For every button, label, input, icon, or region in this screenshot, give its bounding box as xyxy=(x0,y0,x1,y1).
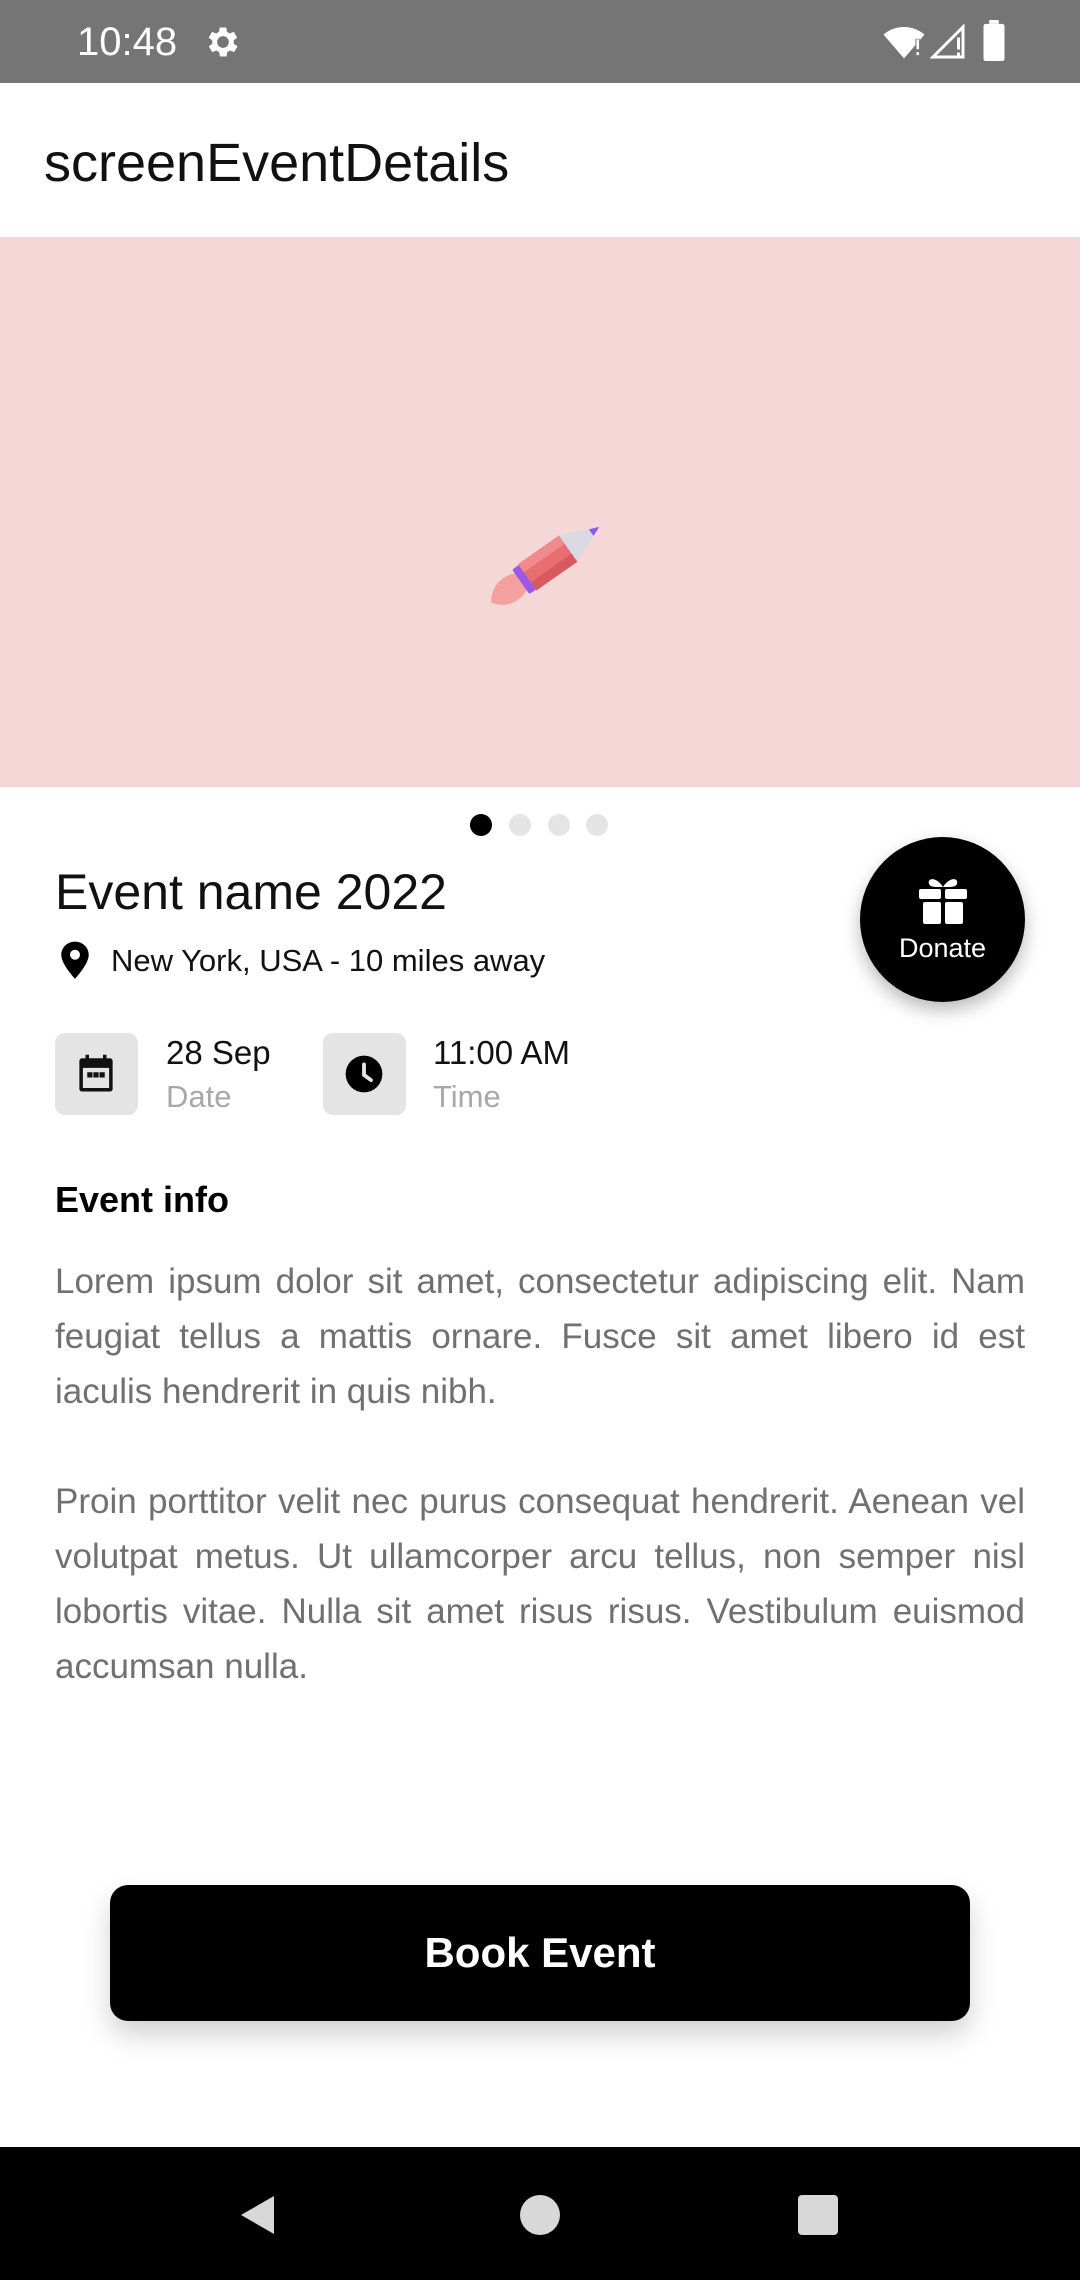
event-info-heading: Event info xyxy=(55,1179,230,1220)
page-dot-active[interactable] xyxy=(470,814,492,836)
recents-icon[interactable] xyxy=(798,2195,838,2235)
date-label: Date xyxy=(166,1079,232,1114)
date-tile xyxy=(55,1033,138,1115)
clock-icon xyxy=(345,1055,383,1093)
calendar-icon xyxy=(79,1054,113,1092)
event-details-screen: 10:48 screenEventDetails Event name 2022… xyxy=(0,0,1080,2280)
gear-icon xyxy=(208,27,238,57)
event-info-paragraph: Lorem ipsum dolor sit amet, consectetur … xyxy=(55,1262,1025,1411)
donate-label: Donate xyxy=(898,933,987,963)
donate-button[interactable]: Donate xyxy=(860,837,1025,1002)
event-info-paragraph: Proin porttitor velit nec purus consequa… xyxy=(55,1482,1025,1686)
book-event-button[interactable]: Book Event xyxy=(110,1885,970,2021)
battery-icon xyxy=(983,20,1005,62)
system-nav-bar xyxy=(0,2147,1080,2280)
time-tile xyxy=(323,1033,406,1115)
event-title: Event name 2022 xyxy=(55,864,447,920)
page-dot[interactable] xyxy=(586,814,608,836)
cell-signal-icon xyxy=(930,24,965,59)
location-pin-icon xyxy=(61,941,89,979)
status-bar: 10:48 xyxy=(0,0,1080,83)
wifi-icon xyxy=(883,26,925,59)
app-bar: screenEventDetails xyxy=(0,83,1080,237)
status-time: 10:48 xyxy=(77,20,178,64)
date-value: 28 Sep xyxy=(166,1034,271,1071)
location-text: New York, USA - 10 miles away xyxy=(111,943,546,978)
rocket-icon xyxy=(491,526,600,605)
home-icon[interactable] xyxy=(520,2195,560,2235)
event-image-carousel[interactable] xyxy=(0,237,1080,787)
time-value: 11:00 AM xyxy=(433,1034,570,1071)
time-label: Time xyxy=(433,1079,501,1114)
page-dot[interactable] xyxy=(548,814,570,836)
gift-icon xyxy=(919,879,967,924)
event-location: New York, USA - 10 miles away xyxy=(55,938,755,982)
back-icon[interactable] xyxy=(236,2193,280,2237)
carousel-page-indicator xyxy=(0,812,1080,840)
page-dot[interactable] xyxy=(509,814,531,836)
page-title: screenEventDetails xyxy=(44,133,510,193)
